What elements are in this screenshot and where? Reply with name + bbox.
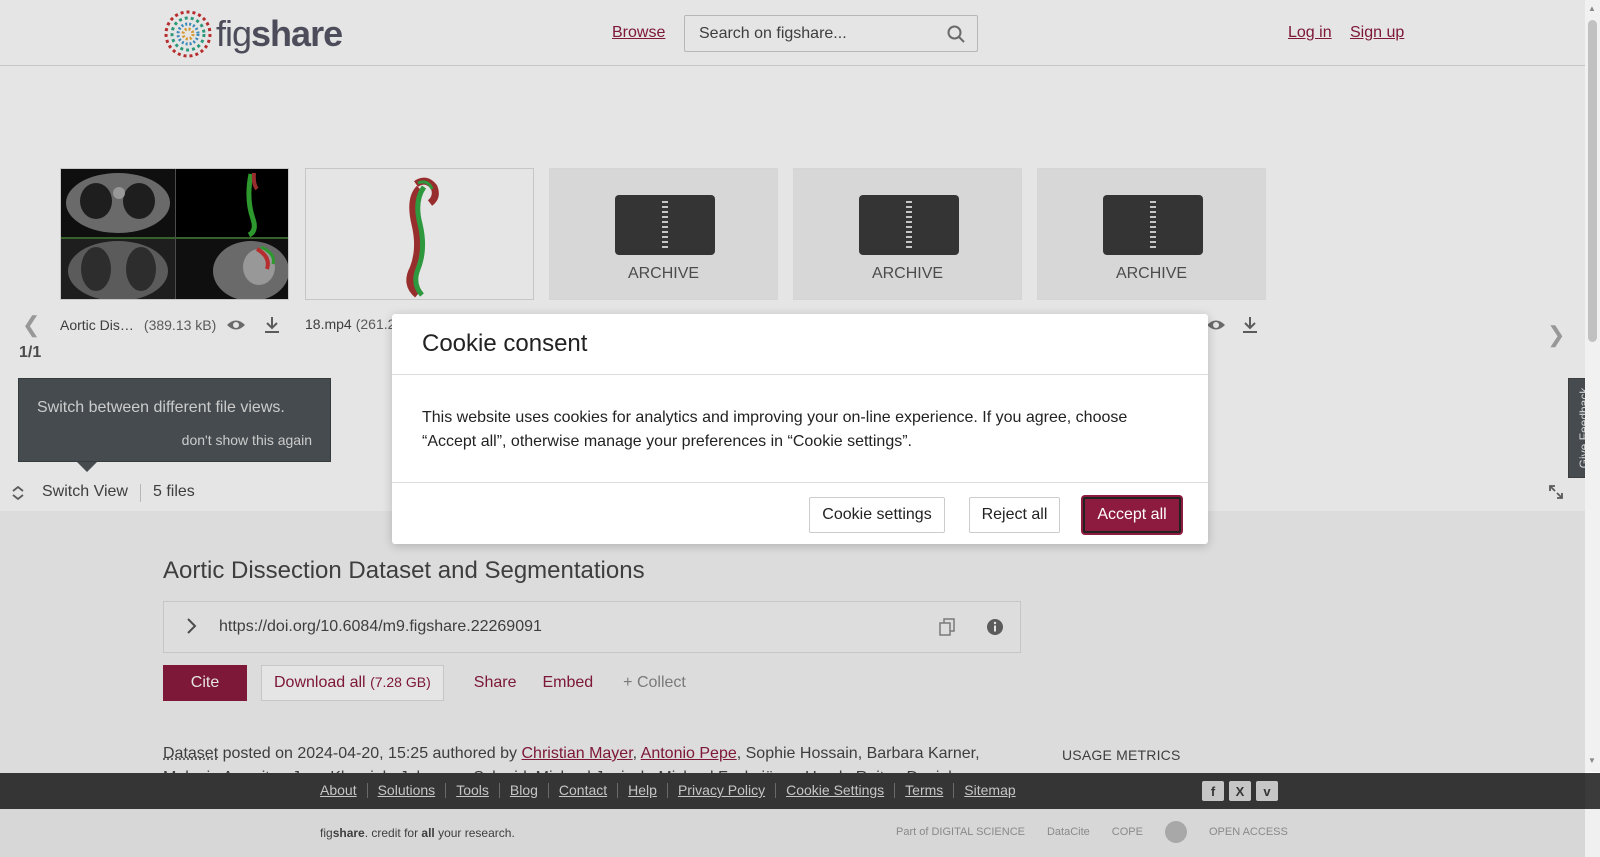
scroll-thumb[interactable] (1588, 20, 1597, 342)
divider (392, 374, 1208, 375)
scroll-up-icon[interactable]: ▲ (1588, 4, 1596, 13)
cookie-consent-dialog: Cookie consent This website uses cookies… (392, 314, 1208, 544)
divider (392, 482, 1208, 483)
cookie-dialog-body: This website uses cookies for analytics … (422, 409, 1128, 450)
cookie-settings-button[interactable]: Cookie settings (809, 497, 945, 533)
accept-all-button[interactable]: Accept all (1083, 497, 1181, 533)
scroll-down-icon[interactable]: ▼ (1588, 756, 1596, 765)
cookie-dialog-title: Cookie consent (422, 330, 588, 357)
reject-all-button[interactable]: Reject all (969, 497, 1060, 533)
scrollbar[interactable]: ▲ ▼ (1585, 0, 1600, 772)
